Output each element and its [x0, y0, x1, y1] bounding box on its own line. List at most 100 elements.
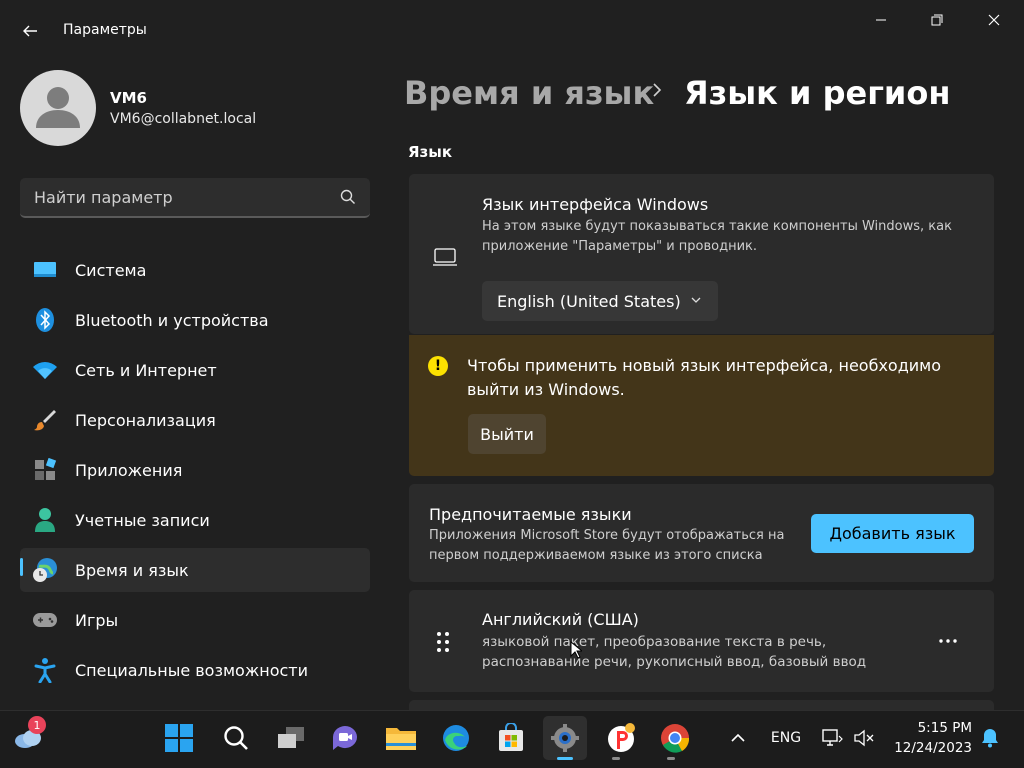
bluetooth-icon — [32, 307, 58, 333]
system-icon — [32, 257, 58, 283]
active-indicator — [557, 757, 573, 760]
preferred-languages-description: Приложения Microsoft Store будут отображ… — [429, 528, 785, 563]
sidebar-item-network[interactable]: Сеть и Интернет — [20, 348, 370, 392]
back-button[interactable] — [14, 16, 46, 46]
avatar[interactable] — [20, 70, 96, 146]
sidebar-item-label: Сеть и Интернет — [75, 360, 217, 380]
notification-badge: 1 — [28, 716, 46, 734]
sidebar-item-personalization[interactable]: Персонализация — [20, 398, 370, 442]
notifications-button[interactable] — [976, 716, 1004, 760]
display-language-description: На этом языке будут показываться такие к… — [482, 219, 952, 254]
sidebar-item-label: Специальные возможности — [75, 660, 309, 680]
tray-overflow-button[interactable] — [724, 716, 752, 760]
taskbar-task-view[interactable] — [269, 716, 313, 760]
task-view-icon — [278, 727, 304, 748]
accessibility-icon — [32, 657, 58, 683]
warning-text: Чтобы применить новый язык интерфейса, н… — [467, 356, 942, 399]
laptop-icon — [432, 247, 458, 271]
sign-out-button[interactable]: Выйти — [468, 414, 546, 454]
search-icon — [224, 726, 248, 750]
sidebar-item-accessibility[interactable]: Специальные возможности — [20, 648, 370, 692]
close-icon — [988, 14, 1000, 26]
bell-icon — [982, 729, 998, 748]
volume-muted-icon — [854, 729, 874, 747]
sidebar-item-time-language[interactable]: Время и язык — [20, 548, 370, 592]
user-name: VM6 — [110, 89, 147, 107]
add-language-button[interactable]: Добавить язык — [811, 514, 974, 553]
nav-selection-indicator — [20, 558, 23, 576]
preferred-languages-title: Предпочитаемые языки — [429, 505, 632, 524]
running-indicator — [612, 757, 620, 760]
drag-handle-icon[interactable] — [436, 631, 450, 657]
app-title: Параметры — [63, 22, 147, 38]
taskbar-file-explorer[interactable] — [379, 716, 423, 760]
section-title: Язык — [408, 143, 453, 161]
sidebar-item-label: Bluetooth и устройства — [75, 310, 269, 330]
clock-date: 12/24/2023 — [894, 740, 972, 756]
close-button[interactable] — [970, 6, 1018, 34]
sidebar-item-label: Учетные записи — [75, 510, 210, 530]
apps-icon — [32, 457, 58, 483]
page-title: Язык и регион — [684, 74, 951, 112]
chevron-right-icon — [650, 80, 664, 104]
more-options-button[interactable] — [932, 630, 964, 652]
minimize-icon — [876, 19, 886, 21]
time-language-icon — [32, 557, 58, 583]
chevron-up-icon — [731, 733, 745, 742]
running-indicator — [667, 757, 675, 760]
dropdown-value: English (United States) — [497, 291, 681, 311]
taskbar-search-button[interactable] — [214, 716, 258, 760]
taskbar-settings[interactable] — [543, 716, 587, 760]
file-explorer-icon — [386, 728, 416, 750]
accounts-icon — [32, 507, 58, 533]
volume-button[interactable] — [850, 716, 878, 760]
store-icon — [499, 723, 523, 751]
clock-time: 5:15 PM — [917, 720, 972, 736]
sidebar-item-label: Персонализация — [75, 410, 216, 430]
sidebar-item-label: Игры — [75, 610, 119, 630]
sidebar-item-apps[interactable]: Приложения — [20, 448, 370, 492]
minimize-button[interactable] — [857, 6, 905, 34]
wifi-icon — [32, 357, 58, 383]
yandex-icon — [608, 723, 635, 752]
taskbar-start-button[interactable] — [157, 716, 201, 760]
chat-icon — [333, 726, 357, 750]
taskbar-chrome[interactable] — [653, 716, 697, 760]
taskbar-edge[interactable] — [434, 716, 478, 760]
settings-icon — [551, 724, 579, 752]
warning-icon: ! — [428, 356, 448, 376]
language-name: Английский (США) — [482, 610, 639, 629]
sidebar-item-system[interactable]: Система — [20, 248, 370, 292]
chevron-down-icon — [691, 297, 701, 303]
sidebar-item-gaming[interactable]: Игры — [20, 598, 370, 642]
mouse-cursor-icon — [570, 640, 584, 663]
user-silhouette-icon — [36, 87, 80, 128]
search-icon — [340, 189, 355, 204]
network-status-button[interactable] — [818, 716, 846, 760]
sidebar-item-label: Время и язык — [75, 560, 189, 580]
taskbar-yandex[interactable] — [599, 716, 643, 760]
sidebar-item-bluetooth[interactable]: Bluetooth и устройства — [20, 298, 370, 342]
search-input[interactable] — [34, 188, 324, 207]
ethernet-icon — [822, 729, 843, 746]
display-language-dropdown[interactable]: English (United States) — [482, 281, 718, 321]
display-language-title: Язык интерфейса Windows — [482, 195, 709, 214]
brush-icon — [32, 407, 58, 433]
maximize-button[interactable] — [913, 6, 961, 34]
search-box[interactable] — [20, 178, 370, 218]
breadcrumb-parent[interactable]: Время и язык — [404, 74, 654, 112]
taskbar-clock[interactable]: 5:15 PM 12/24/2023 — [888, 718, 972, 758]
taskbar-store[interactable] — [489, 716, 533, 760]
user-email: VM6@collabnet.local — [110, 111, 257, 127]
more-icon — [939, 639, 957, 643]
taskbar-chat[interactable] — [323, 716, 367, 760]
back-arrow-icon — [23, 25, 37, 37]
language-features: языковой пакет, преобразование текста в … — [482, 634, 867, 670]
sidebar-item-label: Приложения — [75, 460, 183, 480]
edge-icon — [443, 725, 469, 751]
start-icon — [165, 724, 193, 752]
sidebar-item-accounts[interactable]: Учетные записи — [20, 498, 370, 542]
next-language-card — [409, 700, 994, 710]
input-language-indicator[interactable]: ENG — [766, 716, 806, 760]
maximize-icon — [931, 14, 943, 26]
